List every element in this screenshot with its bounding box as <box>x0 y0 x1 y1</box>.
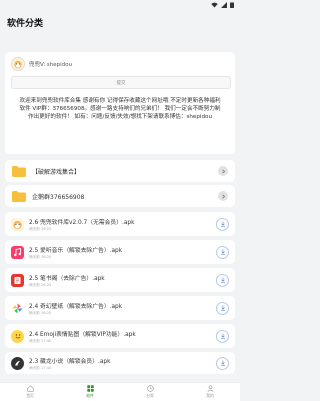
file-item[interactable]: 2.5 爱听音乐（解锁去除广告）.apk 两天前 16:25 <box>5 240 235 264</box>
book-icon <box>11 273 24 287</box>
download-icon <box>220 305 225 311</box>
emoji-icon <box>11 329 24 343</box>
category-icon <box>146 385 154 392</box>
download-button[interactable] <box>216 356 229 370</box>
profile-name: 兜兜V: shepidou <box>29 62 73 68</box>
bottom-nav: 首页 软件 分类 我的 <box>0 382 240 401</box>
file-date: 两天前 16:25 <box>29 254 52 259</box>
novel-icon <box>11 356 24 370</box>
battery-icon <box>230 2 234 8</box>
nav-label: 首页 <box>26 393 34 398</box>
chevron-right-icon <box>218 191 228 201</box>
nav-profile[interactable]: 我的 <box>180 383 240 401</box>
chevron-right-icon <box>218 166 228 176</box>
avatar <box>11 57 25 71</box>
file-item[interactable]: 2.5 笔书阁（去除广告）.apk 两天前 16:25 <box>5 268 235 292</box>
shiba-icon <box>11 217 24 231</box>
folder-label: 企鹅群376656908 <box>32 193 85 201</box>
nav-label: 软件 <box>86 393 94 398</box>
download-icon <box>220 360 225 366</box>
file-name: 2.4 奇幻壁纸（解锁去除广告）.apk <box>29 303 123 310</box>
file-date: 两天前 17:40 <box>29 338 52 343</box>
file-name: 2.5 爱听音乐（解锁去除广告）.apk <box>29 247 123 254</box>
file-date: 两天前 16:25 <box>29 310 52 315</box>
file-item[interactable]: 2.3 藏龙小说（解锁会员）.apk 两天前 17:40 <box>5 352 235 374</box>
nav-apps[interactable]: 软件 <box>60 383 120 401</box>
music-icon <box>11 245 24 259</box>
pinwheel-icon <box>11 301 24 315</box>
nav-label: 我的 <box>206 393 214 398</box>
nav-label: 分类 <box>146 393 154 398</box>
folder-icon <box>12 190 26 202</box>
file-date: 两天前 17:40 <box>29 365 52 370</box>
download-icon <box>220 249 225 255</box>
download-icon <box>220 333 225 339</box>
download-icon <box>220 277 225 283</box>
nav-home[interactable]: 首页 <box>0 383 60 401</box>
folder-item[interactable]: 企鹅群376656908 <box>5 185 235 207</box>
download-button[interactable] <box>216 245 229 259</box>
submit-button[interactable]: 提交 <box>11 76 231 89</box>
shiba-icon <box>14 60 22 69</box>
file-item[interactable]: 2.6 兜兜软件库v2.0.7（无需会员）.apk 两天前 16:25 <box>5 212 235 236</box>
download-button[interactable] <box>216 217 229 231</box>
download-button[interactable] <box>216 329 229 343</box>
nav-category[interactable]: 分类 <box>120 383 180 401</box>
page-title: 软件分类 <box>7 18 44 29</box>
profile-card: 兜兜V: shepidou 提交 欢迎来到兜兜软件库合集 感谢有你 记得保存收藏… <box>5 52 235 154</box>
download-button[interactable] <box>216 273 229 287</box>
folder-icon <box>12 165 26 177</box>
wifi-icon <box>211 2 218 8</box>
home-icon <box>26 385 34 392</box>
status-bar <box>0 0 240 10</box>
page-header: 软件分类 <box>0 10 240 34</box>
apps-icon <box>86 385 94 392</box>
file-name: 2.5 笔书阁（去除广告）.apk <box>29 275 105 282</box>
file-name: 2.3 藏龙小说（解锁会员）.apk <box>29 358 111 365</box>
file-item[interactable]: 2.4 奇幻壁纸（解锁去除广告）.apk 两天前 16:25 <box>5 296 235 320</box>
file-date: 两天前 16:25 <box>29 282 52 287</box>
folder-label: 【破解游戏集合】 <box>32 168 81 176</box>
file-date: 两天前 16:25 <box>29 226 52 231</box>
profile-icon <box>207 385 213 392</box>
signal-icon <box>221 2 227 8</box>
file-name: 2.4 Emoji表情贴图（解锁VIP功能）.apk <box>29 331 136 338</box>
notice-text: 欢迎来到兜兜软件库合集 感谢有你 记得保存收藏这个网址哦 不定时更新各种福利软件… <box>19 98 221 121</box>
folder-item[interactable]: 【破解游戏集合】 <box>5 160 235 182</box>
file-name: 2.6 兜兜软件库v2.0.7（无需会员）.apk <box>29 219 135 226</box>
download-icon <box>220 221 225 227</box>
file-item[interactable]: 2.4 Emoji表情贴图（解锁VIP功能）.apk 两天前 17:40 <box>5 324 235 348</box>
profile-row[interactable]: 兜兜V: shepidou <box>11 56 229 72</box>
download-button[interactable] <box>216 301 229 315</box>
